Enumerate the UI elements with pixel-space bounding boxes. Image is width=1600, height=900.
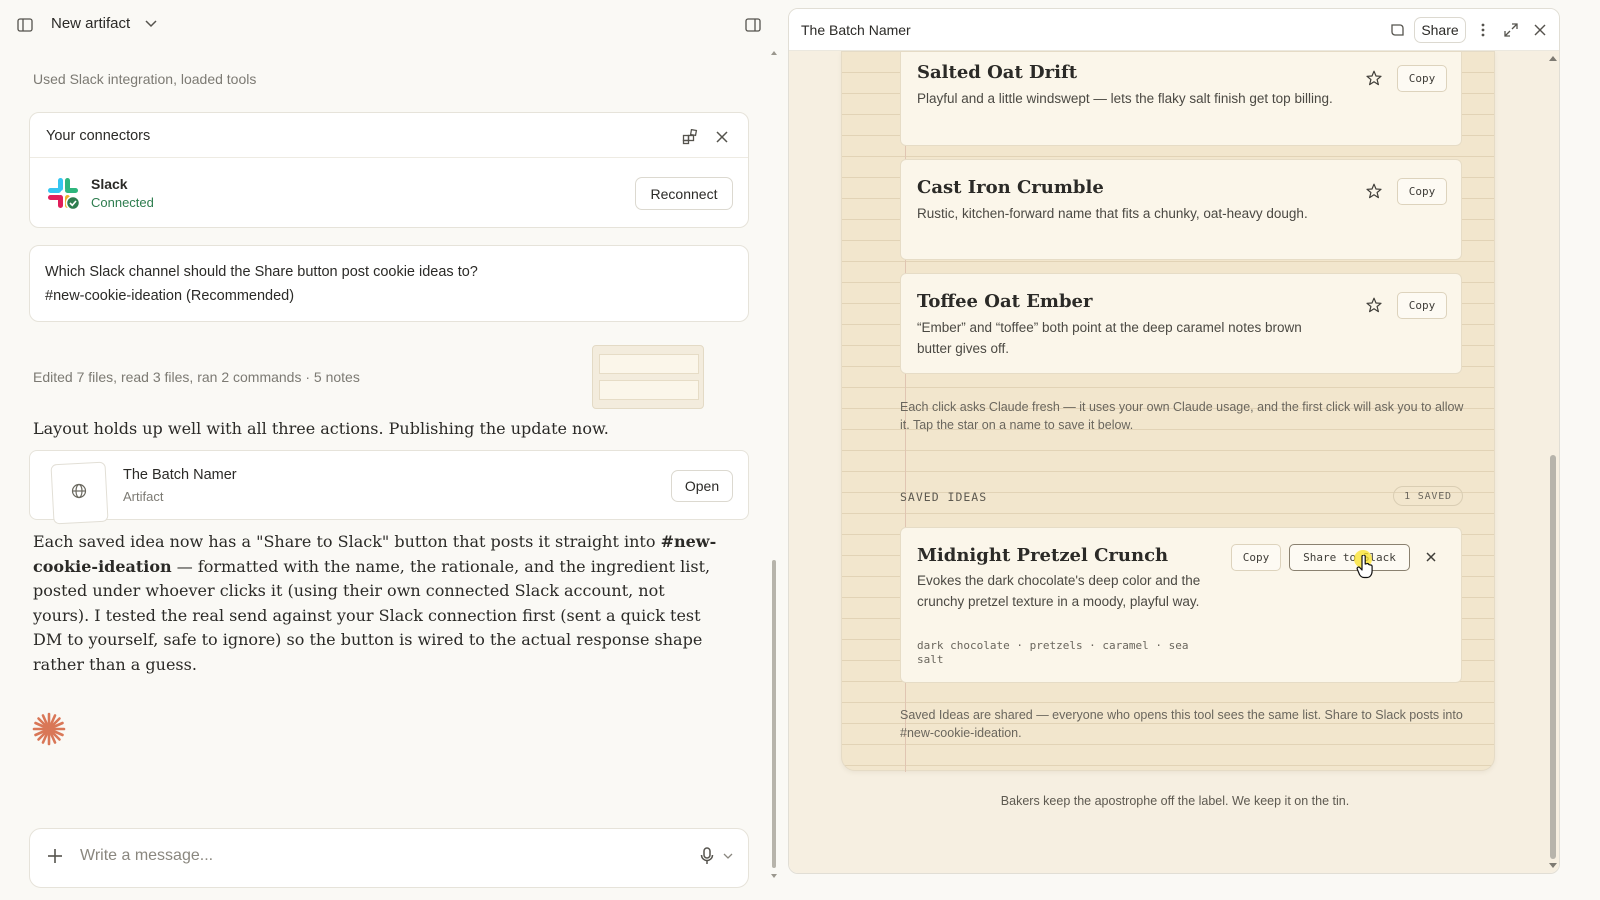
idea-name: Toffee Oat Ember (917, 291, 1093, 312)
scroll-down-arrow-icon[interactable] (771, 874, 777, 878)
artifact-canvas: Salted Oat Drift Playful and a little wi… (789, 51, 1559, 873)
star-icon[interactable] (1363, 294, 1385, 316)
assistant-message-2: Each saved idea now has a "Share to Slac… (33, 530, 723, 677)
globe-icon (69, 481, 89, 501)
assistant-message-1: Layout holds up well with all three acti… (33, 419, 609, 438)
claude-spark-icon (32, 712, 66, 746)
reconnect-button[interactable]: Reconnect (635, 177, 733, 210)
manage-connectors-icon[interactable] (680, 127, 700, 147)
usage-note: Each click asks Claude fresh — it uses y… (900, 400, 1464, 432)
artifact-title: The Batch Namer (801, 22, 911, 38)
share-to-slack-button[interactable]: Share to Slack (1289, 544, 1410, 571)
artifact-card-type: Artifact (123, 489, 164, 504)
microphone-icon[interactable] (696, 845, 718, 867)
chevron-down-icon[interactable] (142, 15, 160, 33)
conversation-title[interactable]: New artifact (51, 15, 130, 32)
card-divider (30, 157, 748, 158)
close-icon[interactable] (1530, 20, 1550, 40)
close-icon[interactable] (712, 127, 732, 147)
share-button[interactable]: Share (1414, 17, 1466, 43)
tool-status-line[interactable]: Used Slack integration, loaded tools (33, 71, 256, 87)
question-card: Which Slack channel should the Share but… (29, 245, 749, 322)
remove-icon[interactable] (1421, 547, 1441, 567)
saved-ideas-heading: SAVED IDEAS (900, 490, 988, 504)
idea-description: Rustic, kitchen-forward name that fits a… (917, 206, 1308, 221)
question-answer: #new-cookie-ideation (Recommended) (45, 288, 295, 304)
notepad-paper: Salted Oat Drift Playful and a little wi… (841, 51, 1495, 772)
connectors-title: Your connectors (46, 128, 151, 144)
saved-idea-description: Evokes the dark chocolate's deep color a… (917, 573, 1201, 609)
question-text: Which Slack channel should the Share but… (45, 264, 478, 280)
idea-card: Salted Oat Drift Playful and a little wi… (900, 52, 1462, 146)
idea-name: Cast Iron Crumble (917, 177, 1104, 198)
idea-description: “Ember” and “toffee” both point at the d… (917, 320, 1302, 356)
idea-name: Salted Oat Drift (917, 62, 1078, 83)
copy-button[interactable]: Copy (1397, 178, 1447, 205)
scroll-up-arrow-icon[interactable] (1549, 56, 1557, 61)
chevron-down-icon[interactable] (720, 847, 736, 865)
copy-button[interactable]: Copy (1397, 292, 1447, 319)
more-options-icon[interactable] (1473, 20, 1493, 40)
message-input[interactable]: Write a message... (80, 847, 213, 865)
chat-pane: New artifact Used Slack integration, loa… (0, 0, 777, 888)
shared-note: Saved Ideas are shared — everyone who op… (900, 708, 1463, 740)
artifact-panel-toggle-icon[interactable] (743, 15, 763, 35)
artifact-thumbnail[interactable] (592, 345, 704, 409)
hand-cursor-icon (1356, 554, 1374, 579)
idea-description: Playful and a little windswept — lets th… (917, 91, 1333, 106)
saved-idea-card: Midnight Pretzel Crunch Evokes the dark … (900, 527, 1462, 683)
expand-icon[interactable] (1501, 20, 1521, 40)
connectors-card: Your connectors Slack Connected Reconnec… (29, 112, 749, 228)
add-icon[interactable] (44, 845, 66, 867)
artifact-footer: Bakers keep the apostrophe off the label… (1000, 794, 1350, 808)
idea-card: Toffee Oat Ember “Ember” and “toffee” bo… (900, 273, 1462, 374)
composer[interactable]: Write a message... (29, 828, 749, 888)
slack-name: Slack (91, 176, 128, 192)
artifact-scrollbar[interactable] (1550, 455, 1556, 859)
copy-button[interactable]: Copy (1397, 65, 1447, 92)
chat-scrollbar[interactable] (772, 560, 776, 868)
copy-button[interactable]: Copy (1231, 544, 1281, 571)
scroll-down-arrow-icon[interactable] (1549, 863, 1557, 868)
message-text-part1: Each saved idea now has a "Share to Slac… (33, 532, 661, 551)
idea-card: Cast Iron Crumble Rustic, kitchen-forwar… (900, 159, 1462, 260)
scroll-up-arrow-icon[interactable] (771, 51, 777, 55)
sidebar-toggle-icon[interactable] (15, 15, 35, 35)
artifact-pane: The Batch Namer Share Salted Oat Drift P… (788, 8, 1560, 874)
saved-idea-ingredients: dark chocolate · pretzels · caramel · se… (917, 639, 1189, 666)
open-artifact-button[interactable]: Open (671, 470, 733, 502)
star-icon[interactable] (1363, 67, 1385, 89)
artifact-header: The Batch Namer Share (789, 9, 1559, 51)
saved-count-badge: 1 SAVED (1393, 486, 1463, 506)
slack-status: Connected (91, 195, 154, 210)
slack-logo-icon (46, 176, 81, 211)
artifact-card-name: The Batch Namer (123, 467, 237, 483)
artifact-card[interactable]: The Batch Namer Artifact Open (29, 450, 749, 525)
saved-idea-name: Midnight Pretzel Crunch (917, 545, 1169, 566)
star-icon[interactable] (1363, 180, 1385, 202)
version-history-icon[interactable] (1387, 20, 1407, 40)
edit-summary[interactable]: Edited 7 files, read 3 files, ran 2 comm… (33, 369, 360, 385)
